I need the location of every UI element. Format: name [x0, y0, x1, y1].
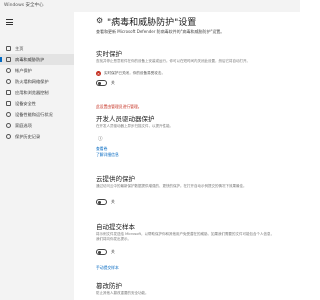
sidebar: 主页 病毒和威胁防护 帐户保护 防火墙和网络保护 应用和浏览器控制 设备安全性 … [0, 12, 74, 300]
sidebar-item-label: 家庭选项 [15, 122, 32, 128]
manual-submit-link[interactable]: 手动提交样本 [96, 265, 119, 271]
sidebar-item-virus-protection[interactable]: 病毒和威胁防护 [0, 54, 74, 65]
cloud-protection-toggle[interactable]: 关 [96, 199, 115, 205]
gear-icon: ⚙ [96, 16, 104, 25]
tamper-protection-title: 篡改防护 [96, 282, 122, 290]
shield-icon [6, 57, 11, 62]
info-icon: ⓘ [98, 137, 103, 142]
sidebar-item-label: 病毒和威胁防护 [15, 56, 45, 62]
sidebar-item-label: 主页 [15, 45, 24, 51]
sample-submission-title: 自动提交样本 [96, 223, 135, 231]
history-icon [6, 134, 11, 139]
wifi-icon [6, 79, 11, 84]
sidebar-item-home[interactable]: 主页 [0, 43, 74, 54]
sidebar-item-label: 设备性能和运行状况 [15, 111, 53, 117]
realtime-title: 实时保护 [96, 50, 122, 58]
person-icon [6, 68, 11, 73]
toggle-switch[interactable] [96, 199, 107, 205]
window-title: Windows 安全中心 [4, 3, 44, 8]
sidebar-item-label: 帐户保护 [15, 67, 32, 73]
sidebar-item-label: 保护历史记录 [15, 133, 41, 139]
error-icon: ✕ [96, 71, 101, 76]
sidebar-item-firewall[interactable]: 防火墙和网络保护 [0, 76, 74, 87]
realtime-warning: ✕ 实时保护已关闭，你的设备易受攻击。 [96, 71, 165, 76]
sample-submission-toggle[interactable]: 关 [96, 249, 115, 255]
sample-submission-description: 将示例文件发送给 Microsoft，以帮助保护你和其他用户免受潜在的威胁。如果… [96, 232, 275, 241]
menu-icon[interactable] [6, 19, 13, 25]
laptop-icon [6, 101, 11, 106]
realtime-toggle[interactable]: 关 [96, 80, 115, 86]
learn-more-link[interactable]: 了解详细信息 [96, 152, 119, 158]
main-content: ⚙ "病毒和威胁防护"设置 查看和更新 Microsoft Defender 防… [74, 12, 300, 300]
realtime-description: 查找并停止恶意软件在你的设备上安装或运行。你可以在短时间内关闭此设置，然后它将自… [96, 59, 250, 63]
app-window-icon [6, 90, 11, 95]
toggle-switch[interactable] [96, 80, 107, 86]
sidebar-item-history[interactable]: 保护历史记录 [0, 131, 74, 142]
page-description: 查看和更新 Microsoft Defender 防病毒软件的"病毒和威胁防护"… [96, 29, 225, 34]
realtime-warning-text: 实时保护已关闭，你的设备易受攻击。 [104, 71, 166, 75]
sidebar-item-label: 设备安全性 [15, 100, 36, 106]
dev-drive-title: 开发人员驱动器保护 [96, 115, 155, 123]
sidebar-item-device-health[interactable]: 设备性能和运行状况 [0, 109, 74, 120]
cloud-protection-description: 通过访问云中的最新保护数据提供增强的、更快的保护。在打开自动示例提交的情况下效果… [96, 184, 247, 188]
page-title: "病毒和威胁防护"设置 [107, 18, 197, 28]
managed-by-admin-note: 此设置由管理员进行管理。 [96, 104, 142, 109]
toggle-state: 关 [111, 199, 115, 204]
toggle-state: 关 [111, 80, 115, 85]
sidebar-item-family[interactable]: 家庭选项 [0, 120, 74, 131]
toggle-switch[interactable] [96, 249, 107, 255]
heart-icon [6, 112, 11, 117]
sidebar-item-device-security[interactable]: 设备安全性 [0, 98, 74, 109]
sidebar-item-account[interactable]: 帐户保护 [0, 65, 74, 76]
window-titlebar: Windows 安全中心 [0, 0, 300, 12]
cloud-protection-title: 云提供的保护 [96, 175, 135, 183]
tamper-protection-description: 防止其他人篡改重要的安全功能。 [96, 291, 149, 295]
sidebar-item-label: 防火墙和网络保护 [15, 78, 49, 84]
home-icon [6, 46, 11, 51]
dev-drive-description: 在开发人员驱动器上异步扫描文件，以提升性能。 [96, 124, 173, 128]
family-icon [6, 123, 11, 128]
sidebar-item-label: 应用和浏览器控制 [15, 89, 49, 95]
sidebar-item-app-browser[interactable]: 应用和浏览器控制 [0, 87, 74, 98]
toggle-state: 关 [111, 249, 115, 254]
